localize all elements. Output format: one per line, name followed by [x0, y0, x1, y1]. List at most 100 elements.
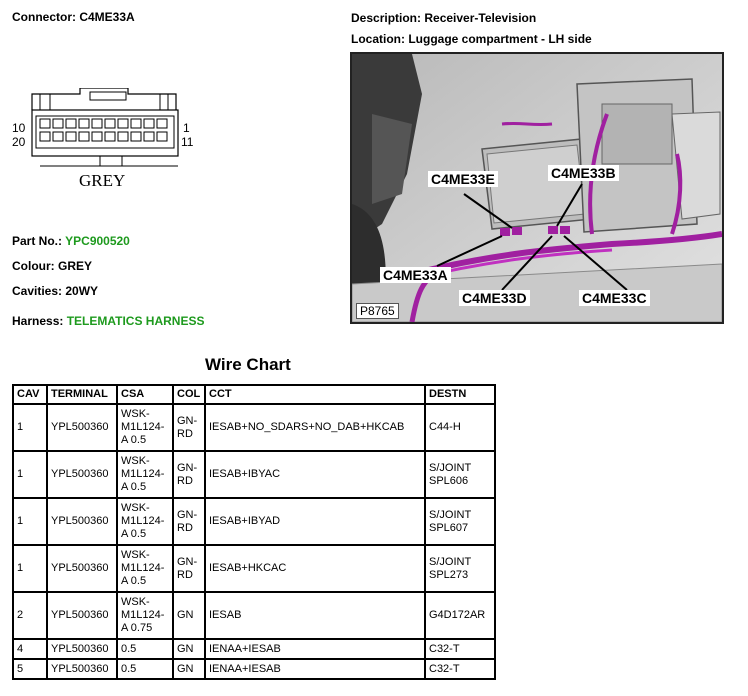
- cell-cav: 1: [12, 544, 48, 593]
- pin-cavity: [104, 131, 116, 142]
- harness-value[interactable]: TELEMATICS HARNESS: [67, 314, 205, 328]
- table-row: 5 YPL500360 0.5 GN IENAA+IESAB C32-T: [12, 658, 496, 680]
- pin-number-bottom-right: 11: [181, 135, 194, 149]
- cell-csa: 0.5: [116, 658, 174, 680]
- header-terminal: TERMINAL: [46, 384, 118, 405]
- cell-terminal: YPL500360: [46, 450, 118, 499]
- cell-cav: 2: [12, 591, 48, 640]
- part-no-line: Part No.: YPC900520: [12, 234, 130, 248]
- cell-destn: S/JOINT SPL606: [424, 450, 496, 499]
- connector-id: C4ME33A: [79, 10, 135, 24]
- pin-cavity: [78, 131, 90, 142]
- header-cav: CAV: [12, 384, 48, 405]
- cell-col: GN-RD: [172, 497, 206, 546]
- connector-colour-caption: GREY: [79, 171, 126, 190]
- cell-csa: WSK-M1L124-A 0.5: [116, 544, 174, 593]
- cell-terminal: YPL500360: [46, 638, 118, 660]
- cell-col: GN-RD: [172, 403, 206, 452]
- table-row: 4 YPL500360 0.5 GN IENAA+IESAB C32-T: [12, 638, 496, 660]
- cell-destn: S/JOINT SPL607: [424, 497, 496, 546]
- pin-cavity: [130, 131, 142, 142]
- table-row: 1 YPL500360 WSK-M1L124-A 0.5 GN-RD IESAB…: [12, 497, 496, 546]
- cell-col: GN: [172, 638, 206, 660]
- pin-cavity: [130, 118, 142, 129]
- pin-cavity: [52, 131, 64, 142]
- cell-csa: WSK-M1L124-A 0.5: [116, 403, 174, 452]
- connector-label: Connector:: [12, 10, 76, 24]
- colour-value: GREY: [58, 259, 93, 273]
- wire-chart-table: CAV TERMINAL CSA COL CCT DESTN 1 YPL5003…: [12, 384, 496, 680]
- description-value: Receiver-Television: [424, 11, 537, 25]
- pin-cavity: [117, 118, 129, 129]
- cell-destn: C44-H: [424, 403, 496, 452]
- cell-cav: 5: [12, 658, 48, 680]
- cell-cct: IENAA+IESAB: [204, 658, 426, 680]
- cell-col: GN-RD: [172, 544, 206, 593]
- cell-col: GN: [172, 591, 206, 640]
- cell-terminal: YPL500360: [46, 591, 118, 640]
- callout-c4me33d: C4ME33D: [459, 290, 530, 306]
- pin-cavity: [156, 118, 168, 129]
- pin-cavity: [39, 131, 51, 142]
- cell-cct: IESAB+IBYAC: [204, 450, 426, 499]
- cell-cav: 1: [12, 450, 48, 499]
- cell-cct: IESAB+NO_SDARS+NO_DAB+HKCAB: [204, 403, 426, 452]
- cavities-line: Cavities: 20WY: [12, 284, 98, 298]
- callout-c4me33b: C4ME33B: [548, 165, 619, 181]
- cell-cav: 1: [12, 497, 48, 546]
- table-row: 1 YPL500360 WSK-M1L124-A 0.5 GN-RD IESAB…: [12, 544, 496, 593]
- table-row: 2 YPL500360 WSK-M1L124-A 0.75 GN IESAB G…: [12, 591, 496, 640]
- cell-terminal: YPL500360: [46, 544, 118, 593]
- harness-label: Harness:: [12, 314, 64, 328]
- cell-csa: WSK-M1L124-A 0.5: [116, 450, 174, 499]
- cell-col: GN: [172, 658, 206, 680]
- location-line: Location: Luggage compartment - LH side: [351, 32, 592, 46]
- description-line: Description: Receiver-Television: [351, 11, 536, 25]
- pin-cavity: [39, 118, 51, 129]
- photo-reference: P8765: [356, 303, 399, 319]
- colour-line: Colour: GREY: [12, 259, 92, 273]
- table-row: 1 YPL500360 WSK-M1L124-A 0.5 GN-RD IESAB…: [12, 450, 496, 499]
- cell-cav: 1: [12, 403, 48, 452]
- part-no-value[interactable]: YPC900520: [65, 234, 130, 248]
- wire-chart-title: Wire Chart: [205, 355, 291, 374]
- cell-destn: G4D172AR: [424, 591, 496, 640]
- cell-cct: IESAB: [204, 591, 426, 640]
- header-destn: DESTN: [424, 384, 496, 405]
- part-no-label: Part No.:: [12, 234, 63, 248]
- location-photo: C4ME33E C4ME33B C4ME33A C4ME33D C4ME33C …: [350, 52, 724, 324]
- description-label: Description:: [351, 11, 422, 25]
- cell-cct: IENAA+IESAB: [204, 638, 426, 660]
- pin-number-top-right: 1: [183, 121, 190, 135]
- pin-cavity: [52, 118, 64, 129]
- header-col: COL: [172, 384, 206, 405]
- harness-line: Harness: TELEMATICS HARNESS: [12, 314, 205, 328]
- header-cct: CCT: [204, 384, 426, 405]
- pin-cavity: [156, 131, 168, 142]
- callout-c4me33e: C4ME33E: [428, 171, 498, 187]
- cell-destn: C32-T: [424, 658, 496, 680]
- header-csa: CSA: [116, 384, 174, 405]
- cell-terminal: YPL500360: [46, 658, 118, 680]
- pin-cavity: [117, 131, 129, 142]
- cell-cct: IESAB+IBYAD: [204, 497, 426, 546]
- location-value: Luggage compartment - LH side: [408, 32, 592, 46]
- cavities-value: 20WY: [65, 284, 99, 298]
- pin-cavity: [65, 118, 77, 129]
- cavities-label: Cavities:: [12, 284, 63, 298]
- cell-cct: IESAB+HKCAC: [204, 544, 426, 593]
- pin-cavity: [78, 118, 90, 129]
- callout-c4me33a: C4ME33A: [380, 267, 451, 283]
- pin-cavity: [104, 118, 116, 129]
- table-row: 1 YPL500360 WSK-M1L124-A 0.5 GN-RD IESAB…: [12, 403, 496, 452]
- pin-number-top-left: 10: [12, 121, 26, 135]
- cell-cav: 4: [12, 638, 48, 660]
- pin-cavity: [91, 131, 103, 142]
- pin-cavity: [65, 131, 77, 142]
- location-label: Location:: [351, 32, 405, 46]
- cell-destn: S/JOINT SPL273: [424, 544, 496, 593]
- cell-terminal: YPL500360: [46, 403, 118, 452]
- cell-terminal: YPL500360: [46, 497, 118, 546]
- pin-number-bottom-left: 20: [12, 135, 26, 149]
- connector-heading: Connector: C4ME33A: [12, 10, 135, 24]
